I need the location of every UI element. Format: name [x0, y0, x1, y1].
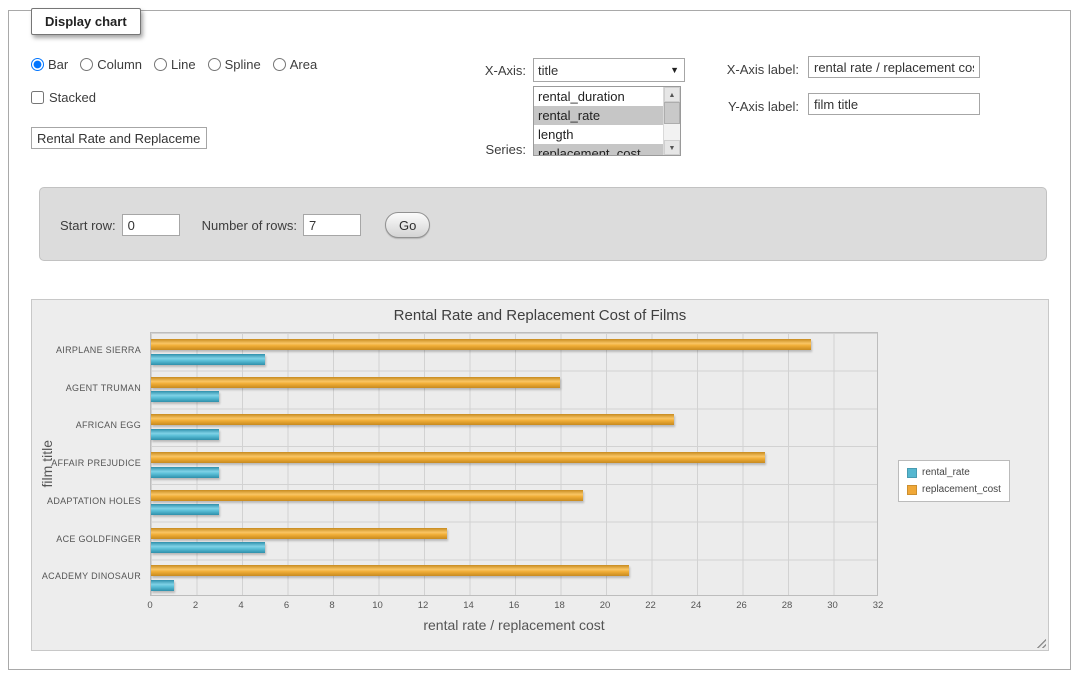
x-axis-title: rental rate / replacement cost [150, 617, 878, 633]
plot-area [150, 332, 878, 596]
chart-title: Rental Rate and Replacement Cost of Film… [32, 307, 1048, 324]
series-option-rental_rate[interactable]: rental_rate [534, 106, 663, 125]
scrollbar-thumb[interactable] [664, 102, 680, 124]
series-option-replacement_cost[interactable]: replacement_cost [534, 144, 663, 155]
x-tick-label: 16 [509, 600, 520, 611]
radio-spline-label: Spline [225, 57, 261, 72]
scroll-down-icon[interactable]: ▼ [664, 140, 680, 155]
x-tick-label: 22 [645, 600, 656, 611]
x-axis-select-label: X-Axis: [421, 63, 526, 78]
radio-bar-label: Bar [48, 57, 68, 72]
x-tick-label: 0 [147, 600, 152, 611]
scroll-up-icon[interactable]: ▲ [664, 87, 680, 102]
series-listbox[interactable]: rental_durationrental_ratelengthreplacem… [533, 86, 681, 156]
x-axis-label-label: X-Axis label: [689, 62, 799, 77]
series-option-length[interactable]: length [534, 125, 663, 144]
stacked-label: Stacked [49, 90, 96, 105]
y-axis-label-label: Y-Axis label: [689, 99, 799, 114]
series-label: Series: [421, 142, 526, 157]
series-scrollbar[interactable]: ▲ ▼ [663, 87, 680, 155]
bar-replacement_cost [151, 490, 583, 501]
radio-spline[interactable]: Spline [208, 57, 261, 72]
category-label: AIRPLANE SIERRA [32, 332, 141, 370]
bar-rental_rate [151, 504, 219, 515]
category-label: AFFAIR PREJUDICE [32, 445, 141, 483]
category-label: ADAPTATION HOLES [32, 483, 141, 521]
start-row-label: Start row: [60, 218, 116, 233]
radio-line-input[interactable] [154, 58, 167, 71]
legend-swatch-rental_rate [907, 468, 917, 478]
x-tick-label: 10 [372, 600, 383, 611]
radio-bar-input[interactable] [31, 58, 44, 71]
panel-legend-label: Display chart [31, 8, 141, 35]
go-button[interactable]: Go [385, 212, 430, 238]
legend-label: rental_rate [922, 467, 970, 478]
bar-replacement_cost [151, 452, 765, 463]
bar-rental_rate [151, 391, 219, 402]
bar-replacement_cost [151, 339, 811, 350]
x-tick-label: 8 [329, 600, 334, 611]
num-rows-input[interactable] [303, 214, 361, 236]
category-label: AGENT TRUMAN [32, 370, 141, 408]
x-tick-label: 28 [782, 600, 793, 611]
x-tick-label: 2 [193, 600, 198, 611]
bar-replacement_cost [151, 565, 629, 576]
stacked-option[interactable]: Stacked [31, 90, 96, 105]
radio-area-input[interactable] [273, 58, 286, 71]
bar-replacement_cost [151, 414, 674, 425]
category-label: AFRICAN EGG [32, 407, 141, 445]
legend-item: replacement_cost [907, 484, 1001, 495]
x-tick-label: 24 [691, 600, 702, 611]
x-axis-label-input[interactable] [808, 56, 980, 78]
bar-rental_rate [151, 580, 174, 591]
x-tick-label: 32 [873, 600, 884, 611]
bar-replacement_cost [151, 377, 560, 388]
x-tick-label: 30 [827, 600, 838, 611]
x-axis-select-wrap: title ▼ [533, 58, 685, 82]
radio-area-label: Area [290, 57, 317, 72]
x-tick-label: 12 [418, 600, 429, 611]
rows-panel-row: Start row: Number of rows: Go [60, 212, 430, 238]
x-tick-label: 20 [600, 600, 611, 611]
x-axis-select[interactable]: title [533, 58, 685, 82]
bar-replacement_cost [151, 528, 447, 539]
category-label: ACADEMY DINOSAUR [32, 558, 141, 596]
radio-column[interactable]: Column [80, 57, 142, 72]
series-option-rental_duration[interactable]: rental_duration [534, 87, 663, 106]
rows-panel: Start row: Number of rows: Go [39, 187, 1047, 261]
radio-spline-input[interactable] [208, 58, 221, 71]
y-category-labels: AIRPLANE SIERRAAGENT TRUMANAFRICAN EGGAF… [32, 332, 145, 596]
x-tick-label: 4 [238, 600, 243, 611]
radio-area[interactable]: Area [273, 57, 317, 72]
x-tick-label: 18 [554, 600, 565, 611]
stacked-checkbox[interactable] [31, 91, 44, 104]
category-label: ACE GOLDFINGER [32, 521, 141, 559]
radio-column-input[interactable] [80, 58, 93, 71]
start-row-input[interactable] [122, 214, 180, 236]
chart-type-radio-group: Bar Column Line Spline Area [31, 57, 317, 72]
bar-rental_rate [151, 542, 265, 553]
x-tick-labels: 02468101214161820222426283032 [150, 600, 878, 613]
x-tick-label: 26 [736, 600, 747, 611]
x-tick-label: 6 [284, 600, 289, 611]
resize-handle-icon[interactable] [1035, 637, 1046, 648]
radio-line[interactable]: Line [154, 57, 196, 72]
chart-title-input[interactable] [31, 127, 207, 149]
display-chart-panel: Display chart Bar Column Line Spline Are… [8, 10, 1071, 670]
legend-item: rental_rate [907, 467, 1001, 478]
radio-line-label: Line [171, 57, 196, 72]
num-rows-label: Number of rows: [202, 218, 297, 233]
chart-legend: rental_rate replacement_cost [898, 460, 1010, 502]
bar-rental_rate [151, 467, 219, 478]
bar-rental_rate [151, 354, 265, 365]
chart-panel: Rental Rate and Replacement Cost of Film… [31, 299, 1049, 651]
radio-bar[interactable]: Bar [31, 57, 68, 72]
bar-rental_rate [151, 429, 219, 440]
y-axis-label-input[interactable] [808, 93, 980, 115]
radio-column-label: Column [97, 57, 142, 72]
legend-label: replacement_cost [922, 484, 1001, 495]
x-tick-label: 14 [463, 600, 474, 611]
series-options: rental_durationrental_ratelengthreplacem… [534, 87, 663, 155]
legend-swatch-replacement_cost [907, 485, 917, 495]
